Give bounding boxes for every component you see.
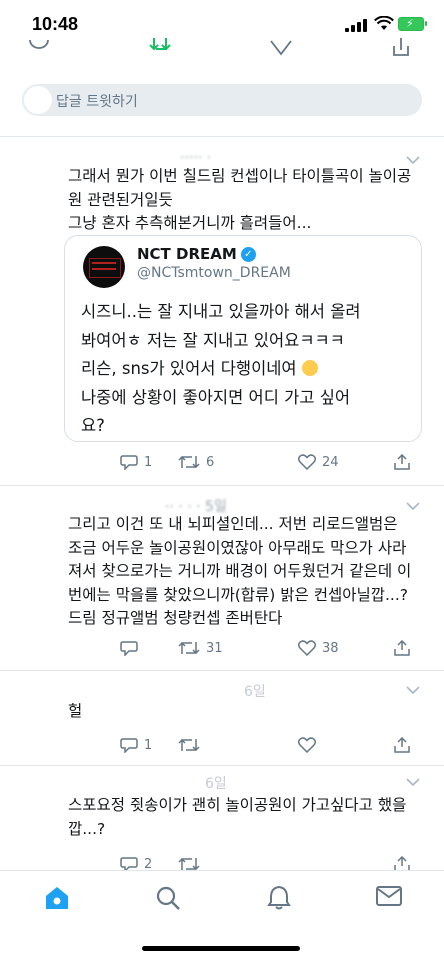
tweet-timestamp: 6일 [244, 684, 266, 700]
user-avatar [24, 86, 52, 114]
tweet-text: 헐 [68, 702, 83, 720]
divider [0, 670, 444, 671]
tweet-timestamp: 6일 [205, 776, 227, 792]
tweet-actions: 1 [120, 737, 420, 759]
retweet-action[interactable] [178, 737, 200, 753]
reply-icon [120, 641, 138, 656]
reply-icon[interactable] [28, 40, 50, 54]
like-action[interactable]: 38 [298, 640, 339, 656]
cellular-signal-icon [345, 18, 371, 32]
heart-icon [298, 640, 316, 656]
heart-icon [298, 454, 316, 470]
quoted-tweet-text: 시즈니..는 잘 지내고 있을까아 해서 올려 봐여어ㅎ 저는 잘 지내고 있어요… [81, 302, 361, 435]
tweet-text: 그래서 뭔가 이번 칠드림 컨셉이나 타이틀곡이 놀이공 원 관련된거일듯 그냥 혼… [68, 167, 412, 232]
tweet-text: 스포요정 쥣송이가 괜히 놀이공원이 가고싶다고 했을 깝...? [68, 796, 407, 838]
quoted-user-avatar[interactable] [83, 246, 125, 288]
search-icon[interactable] [155, 885, 181, 911]
share-icon [394, 737, 410, 753]
quoted-user-name: NCT DREAM ✓ [137, 245, 256, 263]
tweet-text: 그리고 이건 또 내 뇌피셜인데... 저번 리로드앨범은 조금 어두운 놀이공원… [68, 515, 412, 627]
tweet-actions: 1 6 24 [120, 454, 420, 476]
reply-action[interactable] [120, 640, 138, 656]
like-icon[interactable] [270, 40, 292, 56]
reply-icon [120, 455, 138, 470]
status-bar: 10:48 ⚡ [0, 0, 444, 44]
quoted-tweet-card[interactable]: NCT DREAM ✓ @NCTsmtown_DREAM 시즈니..는 잘 지내… [64, 235, 422, 442]
divider [0, 765, 444, 766]
share-icon [394, 454, 410, 470]
chevron-down-icon[interactable] [406, 778, 420, 786]
chevron-down-icon[interactable] [406, 686, 420, 694]
reply-icon [120, 738, 138, 753]
like-action[interactable]: 24 [298, 454, 339, 470]
wifi-icon [374, 16, 394, 30]
retweet-action[interactable]: 31 [178, 640, 223, 656]
share-action[interactable] [394, 737, 410, 753]
chevron-down-icon[interactable] [406, 502, 420, 510]
divider [0, 136, 444, 137]
share-icon [394, 640, 410, 656]
home-indicator [142, 946, 300, 951]
tweet-header: ····· · [180, 150, 212, 166]
reply-action[interactable]: 1 [120, 737, 152, 753]
status-time: 10:48 [32, 14, 79, 34]
like-action[interactable] [298, 737, 316, 753]
retweet-icon [178, 738, 200, 752]
quoted-user-handle: @NCTsmtown_DREAM [137, 265, 291, 281]
retweet-icon [178, 455, 200, 469]
verified-badge-icon: ✓ [240, 246, 256, 262]
share-action[interactable] [394, 454, 410, 470]
smile-emoji-icon [301, 360, 318, 376]
reply-action[interactable]: 1 [120, 454, 152, 470]
chevron-down-icon[interactable] [406, 156, 420, 164]
heart-icon [298, 737, 316, 753]
retweet-icon [178, 641, 200, 655]
divider [0, 485, 444, 486]
reply-input[interactable]: 답글 트윗하기 [56, 91, 138, 111]
messages-icon[interactable] [376, 885, 402, 907]
share-icon[interactable] [392, 38, 410, 56]
share-action[interactable] [394, 640, 410, 656]
battery-icon: ⚡ [398, 17, 427, 31]
retweet-icon[interactable] [148, 38, 174, 56]
retweet-action[interactable]: 6 [178, 454, 214, 470]
notifications-icon[interactable] [267, 885, 291, 911]
home-icon[interactable] [44, 885, 70, 911]
tweet-actions: 31 38 [120, 640, 420, 662]
reply-bar[interactable]: 답글 트윗하기 [22, 84, 422, 116]
bottom-tab-bar [0, 870, 444, 929]
